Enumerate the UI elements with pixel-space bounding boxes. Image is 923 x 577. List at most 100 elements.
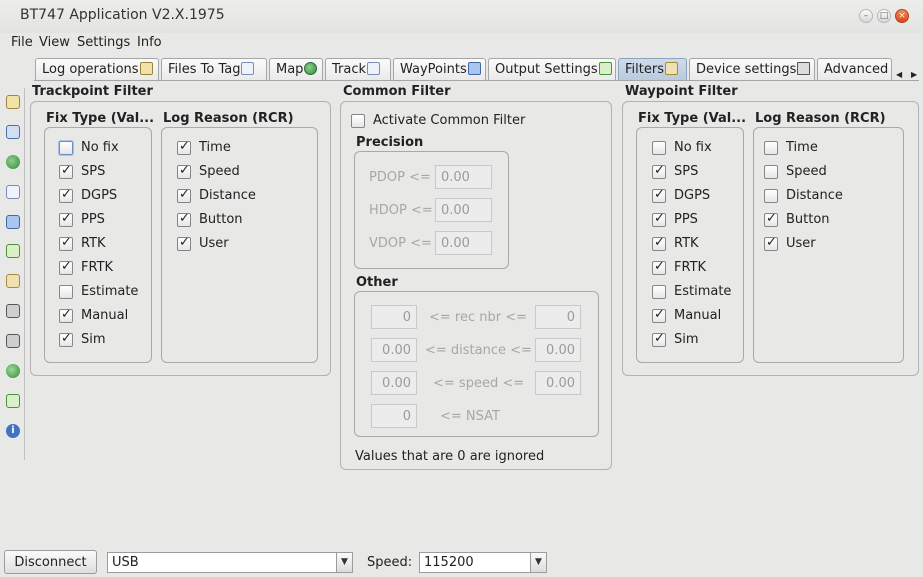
hdop-field[interactable]: 0.00 [435, 198, 492, 222]
checkbox-box[interactable] [652, 235, 666, 251]
tab-files-to-tag[interactable]: Files To Tag [161, 58, 267, 81]
window-title: BT747 Application V2.X.1975 [20, 7, 225, 23]
info-icon[interactable]: i [6, 424, 20, 438]
checkbox-box[interactable] [652, 285, 666, 299]
checkbox-box[interactable] [177, 139, 191, 155]
tab-filters[interactable]: Filters [618, 58, 687, 81]
maximize-button[interactable]: □ [877, 9, 891, 23]
checkbox-box[interactable] [764, 141, 778, 155]
nsat-min-field[interactable]: 0 [371, 404, 417, 428]
menu-settings[interactable]: Settings [77, 35, 130, 50]
checkbox-label: Button [786, 212, 830, 227]
wrench-plus-icon[interactable] [6, 334, 20, 348]
distance-min-field[interactable]: 0.00 [371, 338, 417, 362]
pdop-field[interactable]: 0.00 [435, 165, 492, 189]
checkbox-box[interactable] [59, 235, 73, 251]
checkbox-box[interactable] [177, 187, 191, 203]
chevron-down-icon[interactable]: ▼ [530, 553, 546, 572]
checkbox-label: Distance [199, 188, 256, 203]
tab-track[interactable]: Track [325, 58, 391, 81]
speed-select[interactable]: 115200 ▼ [419, 552, 547, 573]
checkbox-box[interactable] [177, 163, 191, 179]
tab-advanced[interactable]: Advanced [817, 58, 892, 81]
chevron-down-icon[interactable]: ▼ [336, 553, 352, 572]
checkbox-label: Distance [786, 188, 843, 203]
speed-label: <= speed <= [433, 376, 525, 391]
tab-panel-border [34, 80, 919, 81]
checkbox-box[interactable] [652, 163, 666, 179]
menu-view[interactable]: View [39, 35, 70, 50]
checkbox-label: User [199, 236, 229, 251]
waypoint-fix-type-title: Fix Type (Val... [638, 111, 747, 126]
port-select[interactable]: USB ▼ [107, 552, 353, 573]
checkbox-label: Time [786, 140, 818, 155]
side-toolbar: i [0, 88, 25, 460]
tab-map[interactable]: Map [269, 58, 323, 81]
minimize-button[interactable]: – [859, 9, 873, 23]
checkbox-box[interactable] [59, 163, 73, 179]
waypoint-flag-icon [467, 62, 481, 75]
rec-max-field[interactable]: 0 [535, 305, 581, 329]
checkbox-box[interactable] [59, 307, 73, 323]
tab-log-operations[interactable]: Log operations [35, 58, 159, 81]
waypoint-log-reason-title: Log Reason (RCR) [755, 111, 886, 126]
tab-output-settings[interactable]: Output Settings [488, 58, 616, 81]
checkbox-label: Manual [674, 308, 722, 323]
checkbox-box[interactable] [652, 211, 666, 227]
waypoint-flag-icon[interactable] [6, 215, 20, 229]
checkbox-box[interactable] [59, 211, 73, 227]
speed-select-value: 115200 [424, 555, 474, 570]
distance-max-field[interactable]: 0.00 [535, 338, 581, 362]
checkbox-label: Speed [786, 164, 827, 179]
checkbox-box[interactable] [652, 259, 666, 275]
common-filter-title: Common Filter [343, 84, 451, 99]
checkbox-box[interactable] [764, 211, 778, 227]
checkbox-box[interactable] [59, 187, 73, 203]
tab-waypoints[interactable]: WayPoints [393, 58, 486, 81]
checkbox-box[interactable] [652, 141, 666, 155]
menu-bar: File View Settings Info [0, 33, 923, 53]
files-icon[interactable] [6, 125, 20, 139]
globe-icon[interactable] [6, 155, 20, 169]
menu-file[interactable]: File [11, 35, 33, 50]
checkbox-label: DGPS [81, 188, 118, 203]
output-arrow-icon[interactable] [6, 244, 20, 258]
checkbox-box[interactable] [652, 331, 666, 347]
checkbox-box[interactable] [59, 285, 73, 299]
zero-values-note: Values that are 0 are ignored [355, 449, 545, 464]
checkbox-box[interactable] [764, 165, 778, 179]
checkbox-box[interactable] [59, 259, 73, 275]
globe-refresh-icon[interactable] [6, 364, 20, 378]
checkbox-label: RTK [674, 236, 699, 251]
checkbox-box[interactable] [764, 189, 778, 203]
close-button[interactable]: × [895, 9, 909, 23]
tab-scroll-right-icon[interactable]: ▶ [911, 70, 917, 79]
track-doc-icon[interactable] [6, 185, 20, 199]
menu-info[interactable]: Info [137, 35, 162, 50]
home-icon[interactable] [6, 95, 20, 109]
tab-scroll-left-icon[interactable]: ◀ [896, 70, 902, 79]
vdop-label: VDOP <= [369, 236, 432, 251]
checkbox-box[interactable] [764, 235, 778, 251]
hourglass-icon[interactable] [6, 274, 20, 288]
checkbox-box[interactable] [59, 141, 73, 155]
export-arrow-icon[interactable] [6, 394, 20, 408]
files-icon [241, 62, 255, 75]
checkbox-box[interactable] [177, 235, 191, 251]
tab-device-settings[interactable]: Device settings [689, 58, 815, 81]
speed-max-field[interactable]: 0.00 [535, 371, 581, 395]
checkbox-label: Sim [81, 332, 106, 347]
speed-min-field[interactable]: 0.00 [371, 371, 417, 395]
vdop-field[interactable]: 0.00 [435, 231, 492, 255]
checkbox-box[interactable] [652, 307, 666, 323]
checkbox-box[interactable] [351, 114, 365, 128]
checkbox-label: No fix [674, 140, 712, 155]
checkbox-box[interactable] [652, 187, 666, 203]
track-doc-icon [367, 62, 381, 75]
rec-min-field[interactable]: 0 [371, 305, 417, 329]
checkbox-label: Time [199, 140, 231, 155]
disconnect-button[interactable]: Disconnect [4, 550, 97, 574]
checkbox-box[interactable] [59, 331, 73, 347]
wrench-icon[interactable] [6, 304, 20, 318]
checkbox-box[interactable] [177, 211, 191, 227]
